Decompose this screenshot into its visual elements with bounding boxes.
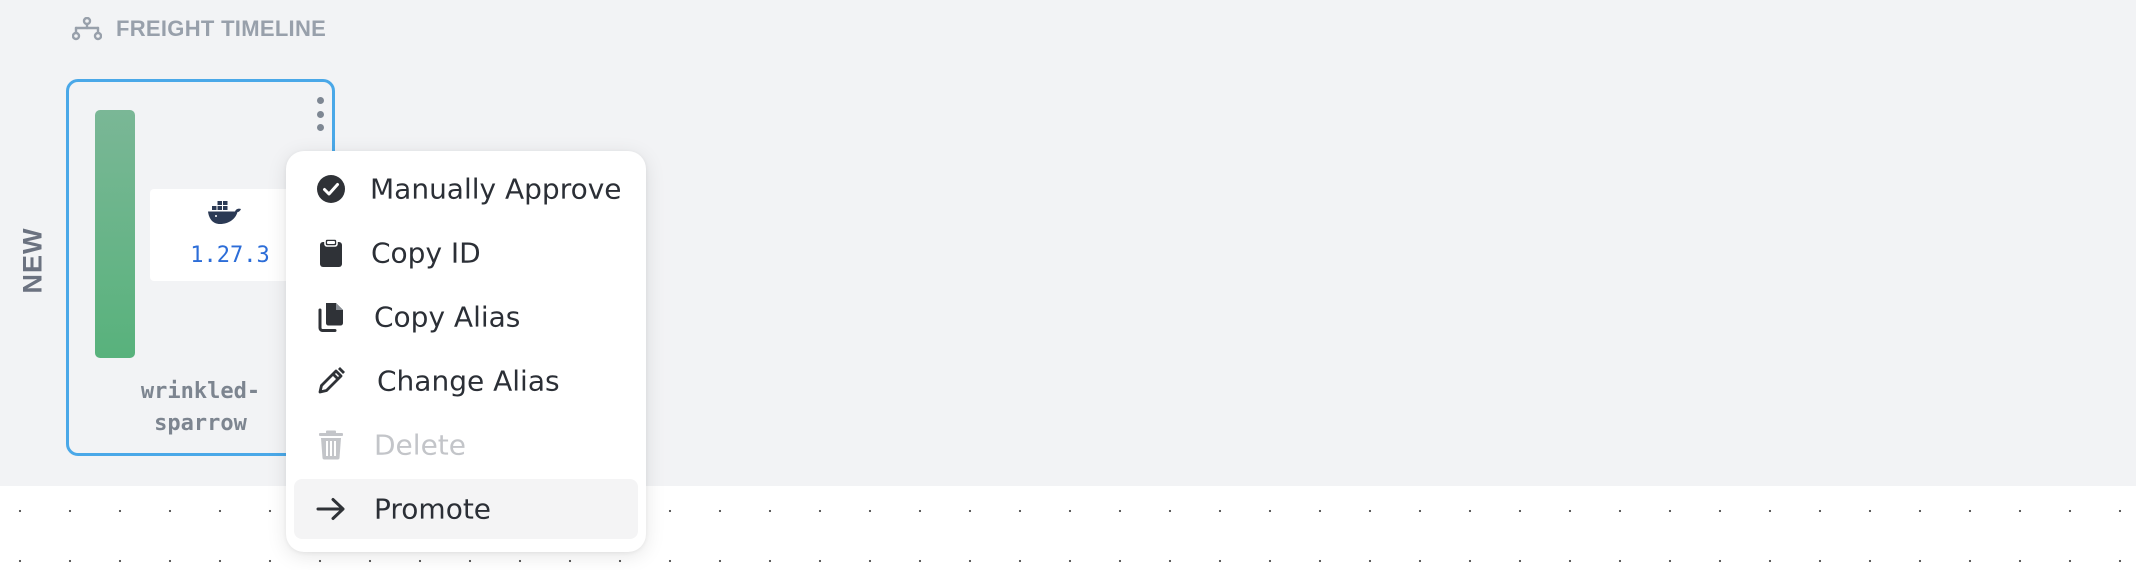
menu-item-promote[interactable]: Promote — [294, 479, 638, 539]
menu-item-delete[interactable]: Delete — [294, 415, 638, 475]
freight-context-menu: Manually Approve Copy ID Copy Alias Chan… — [286, 151, 646, 552]
menu-item-label: Change Alias — [377, 364, 560, 398]
trash-icon — [316, 430, 346, 460]
menu-item-copy-id[interactable]: Copy ID — [294, 223, 638, 283]
stage-label-container: NEW — [0, 220, 66, 300]
menu-item-label: Copy ID — [371, 236, 481, 270]
menu-item-copy-alias[interactable]: Copy Alias — [294, 287, 638, 347]
timeline-title: FREIGHT TIMELINE — [116, 16, 327, 41]
freight-status-bar — [95, 110, 135, 358]
stage-label: NEW — [17, 227, 48, 293]
docker-icon — [207, 199, 243, 232]
pencil-icon — [316, 366, 346, 396]
clipboard-icon — [316, 238, 346, 268]
check-circle-icon — [316, 174, 346, 204]
menu-item-label: Manually Approve — [370, 172, 622, 206]
menu-item-change-alias[interactable]: Change Alias — [294, 351, 638, 411]
menu-item-label: Delete — [374, 428, 466, 462]
arrow-right-icon — [316, 494, 346, 524]
menu-item-label: Promote — [374, 492, 492, 526]
menu-item-manually-approve[interactable]: Manually Approve — [294, 159, 638, 219]
freight-timeline-header: FREIGHT TIMELINE — [72, 12, 326, 46]
copy-icon — [316, 302, 346, 332]
more-options-icon[interactable] — [312, 97, 328, 131]
menu-item-label: Copy Alias — [374, 300, 521, 334]
timeline-branch-icon — [72, 17, 102, 41]
